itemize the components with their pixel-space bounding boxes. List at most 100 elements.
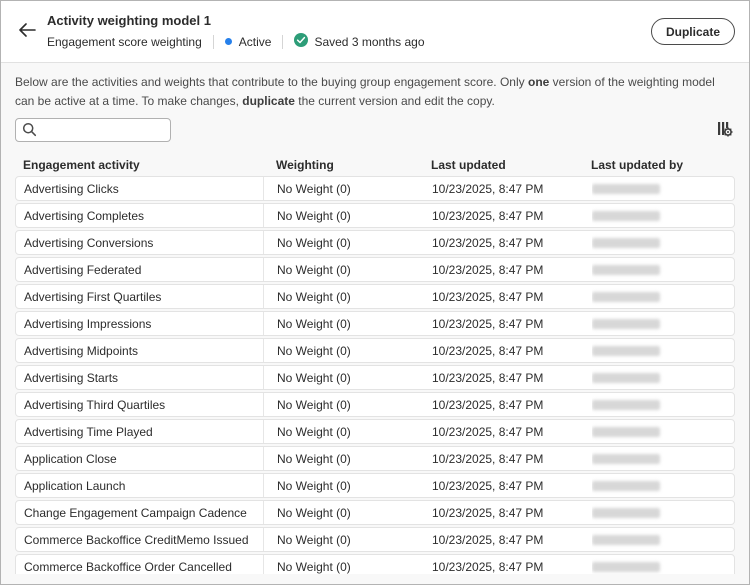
table-row[interactable]: Application Launch No Weight (0) 10/23/2…: [15, 473, 735, 498]
column-header-last-updated-by[interactable]: Last updated by: [591, 158, 735, 172]
arrow-left-icon: [18, 23, 36, 40]
column-settings-button[interactable]: [715, 119, 735, 142]
cell-last-updated: 10/23/2025, 8:47 PM: [432, 258, 592, 281]
redacted-user-name: [592, 508, 660, 518]
cell-engagement-activity: Advertising Starts: [16, 366, 264, 389]
table-row[interactable]: Advertising Third Quartiles No Weight (0…: [15, 392, 735, 417]
redacted-user-name: [592, 400, 660, 410]
cell-last-updated-by: [592, 528, 734, 551]
cell-weighting: No Weight (0): [264, 420, 432, 443]
table-row[interactable]: Advertising First Quartiles No Weight (0…: [15, 284, 735, 309]
redacted-user-name: [592, 292, 660, 302]
cell-weighting: No Weight (0): [264, 339, 432, 362]
redacted-user-name: [592, 238, 660, 248]
column-header-weighting[interactable]: Weighting: [263, 158, 431, 172]
table-body: Advertising Clicks No Weight (0) 10/23/2…: [15, 176, 735, 574]
cell-last-updated: 10/23/2025, 8:47 PM: [432, 204, 592, 227]
redacted-user-name: [592, 211, 660, 221]
table-row[interactable]: Advertising Impressions No Weight (0) 10…: [15, 311, 735, 336]
cell-weighting: No Weight (0): [264, 204, 432, 227]
subtitle-row: Engagement score weighting Active Saved …: [47, 33, 425, 50]
cell-last-updated: 10/23/2025, 8:47 PM: [432, 177, 592, 200]
cell-engagement-activity: Commerce Backoffice Order Cancelled: [16, 555, 264, 574]
content-area: Below are the activities and weights tha…: [1, 73, 749, 574]
search-box: [15, 118, 171, 142]
search-input[interactable]: [15, 118, 171, 142]
cell-last-updated: 10/23/2025, 8:47 PM: [432, 528, 592, 551]
saved-label: Saved 3 months ago: [314, 35, 424, 49]
cell-engagement-activity: Advertising Midpoints: [16, 339, 264, 362]
table-row[interactable]: Advertising Conversions No Weight (0) 10…: [15, 230, 735, 255]
cell-last-updated-by: [592, 177, 734, 200]
cell-engagement-activity: Application Launch: [16, 474, 264, 497]
cell-engagement-activity: Advertising Conversions: [16, 231, 264, 254]
redacted-user-name: [592, 535, 660, 545]
saved-indicator: Saved 3 months ago: [294, 33, 424, 50]
duplicate-button[interactable]: Duplicate: [651, 18, 735, 45]
table-row[interactable]: Advertising Federated No Weight (0) 10/2…: [15, 257, 735, 282]
cell-last-updated-by: [592, 366, 734, 389]
cell-last-updated: 10/23/2025, 8:47 PM: [432, 420, 592, 443]
cell-engagement-activity: Advertising Time Played: [16, 420, 264, 443]
cell-last-updated-by: [592, 501, 734, 524]
cell-engagement-activity: Change Engagement Campaign Cadence: [16, 501, 264, 524]
divider: [213, 35, 214, 49]
redacted-user-name: [592, 184, 660, 194]
cell-last-updated-by: [592, 285, 734, 308]
table-row[interactable]: Application Close No Weight (0) 10/23/20…: [15, 446, 735, 471]
cell-weighting: No Weight (0): [264, 177, 432, 200]
cell-weighting: No Weight (0): [264, 366, 432, 389]
app-window: Activity weighting model 1 Engagement sc…: [0, 0, 750, 585]
table-row[interactable]: Advertising Midpoints No Weight (0) 10/2…: [15, 338, 735, 363]
table-row[interactable]: Advertising Starts No Weight (0) 10/23/2…: [15, 365, 735, 390]
model-subtitle: Engagement score weighting: [47, 35, 202, 49]
cell-weighting: No Weight (0): [264, 393, 432, 416]
table-row[interactable]: Change Engagement Campaign Cadence No We…: [15, 500, 735, 525]
cell-last-updated-by: [592, 312, 734, 335]
page-header: Activity weighting model 1 Engagement sc…: [1, 1, 749, 63]
table-header: Engagement activity Weighting Last updat…: [15, 156, 735, 174]
cell-last-updated-by: [592, 204, 734, 227]
cell-last-updated: 10/23/2025, 8:47 PM: [432, 339, 592, 362]
cell-last-updated-by: [592, 231, 734, 254]
cell-last-updated: 10/23/2025, 8:47 PM: [432, 474, 592, 497]
cell-last-updated: 10/23/2025, 8:47 PM: [432, 555, 592, 574]
cell-last-updated-by: [592, 555, 734, 574]
cell-engagement-activity: Advertising Third Quartiles: [16, 393, 264, 416]
table-row[interactable]: Advertising Clicks No Weight (0) 10/23/2…: [15, 176, 735, 201]
cell-weighting: No Weight (0): [264, 285, 432, 308]
cell-last-updated: 10/23/2025, 8:47 PM: [432, 285, 592, 308]
cell-engagement-activity: Application Close: [16, 447, 264, 470]
column-header-last-updated[interactable]: Last updated: [431, 158, 591, 172]
active-status-dot-icon: [225, 38, 232, 45]
cell-last-updated: 10/23/2025, 8:47 PM: [432, 366, 592, 389]
cell-engagement-activity: Advertising Clicks: [16, 177, 264, 200]
redacted-user-name: [592, 427, 660, 437]
cell-weighting: No Weight (0): [264, 231, 432, 254]
cell-last-updated: 10/23/2025, 8:47 PM: [432, 447, 592, 470]
cell-weighting: No Weight (0): [264, 312, 432, 335]
cell-last-updated: 10/23/2025, 8:47 PM: [432, 312, 592, 335]
table-row[interactable]: Commerce Backoffice Order Cancelled No W…: [15, 554, 735, 574]
redacted-user-name: [592, 346, 660, 356]
cell-last-updated: 10/23/2025, 8:47 PM: [432, 231, 592, 254]
cell-last-updated-by: [592, 339, 734, 362]
description-text: Below are the activities and weights tha…: [15, 73, 735, 110]
table-row[interactable]: Advertising Completes No Weight (0) 10/2…: [15, 203, 735, 228]
cell-last-updated: 10/23/2025, 8:47 PM: [432, 501, 592, 524]
status-label: Active: [239, 35, 272, 49]
redacted-user-name: [592, 373, 660, 383]
redacted-user-name: [592, 265, 660, 275]
table-row[interactable]: Advertising Time Played No Weight (0) 10…: [15, 419, 735, 444]
back-button[interactable]: [15, 20, 39, 44]
table-toolbar: [15, 118, 735, 142]
checkmark-circle-icon: [294, 33, 308, 50]
cell-last-updated-by: [592, 420, 734, 443]
cell-last-updated: 10/23/2025, 8:47 PM: [432, 393, 592, 416]
cell-engagement-activity: Advertising Completes: [16, 204, 264, 227]
redacted-user-name: [592, 454, 660, 464]
table-row[interactable]: Commerce Backoffice CreditMemo Issued No…: [15, 527, 735, 552]
cell-weighting: No Weight (0): [264, 258, 432, 281]
column-header-engagement-activity[interactable]: Engagement activity: [15, 158, 263, 172]
column-settings-icon: [717, 125, 733, 140]
